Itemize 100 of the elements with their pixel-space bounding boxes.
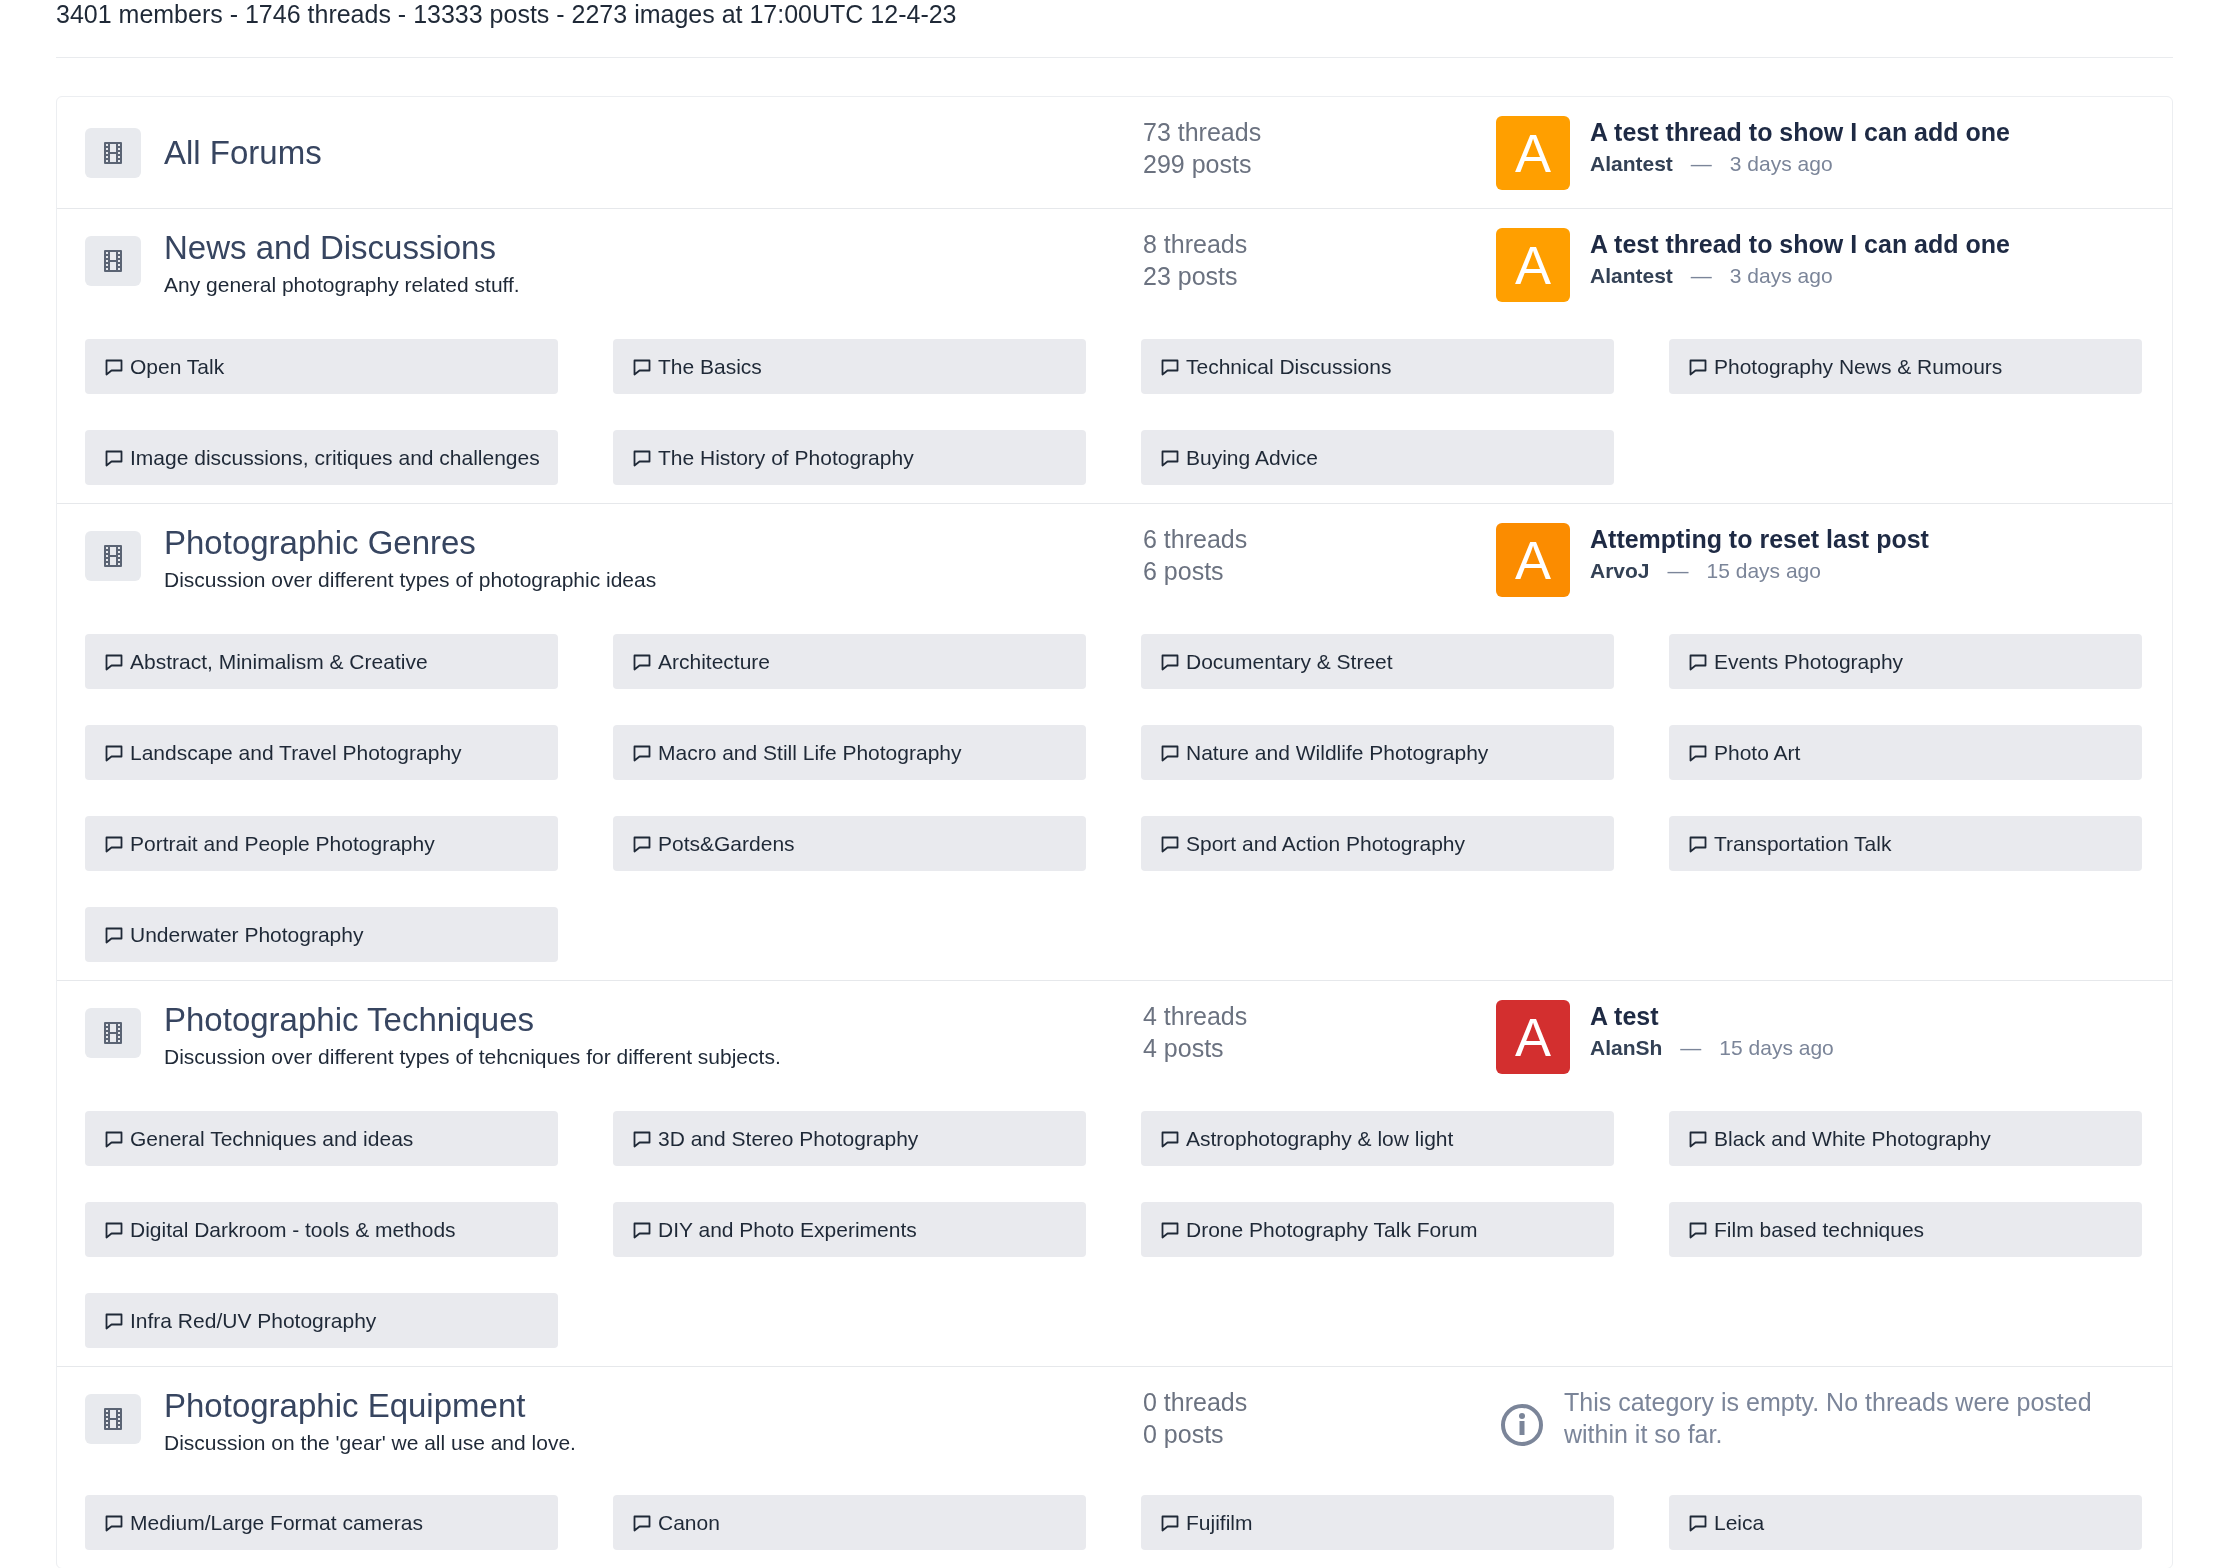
subforum-link[interactable]: Astrophotography & low light [1141, 1111, 1614, 1166]
subforum-link[interactable]: Buying Advice [1141, 430, 1614, 485]
speech-bubble-icon [105, 448, 123, 467]
speech-bubble-icon [1161, 1513, 1179, 1532]
last-post-title[interactable]: Attempting to reset last post [1590, 523, 1929, 555]
thread-count: 73 threads [1143, 117, 1262, 148]
subforum-link[interactable]: General Techniques and ideas [85, 1111, 558, 1166]
subforum-link[interactable]: Underwater Photography [85, 907, 558, 962]
speech-bubble-icon [633, 357, 651, 376]
avatar: A [1496, 1000, 1570, 1074]
subforum-link[interactable]: Macro and Still Life Photography [613, 725, 1086, 780]
speech-bubble-icon [1161, 834, 1179, 853]
category-title[interactable]: Photographic Equipment [164, 1386, 576, 1426]
subforum-link[interactable]: Photography News & Rumours [1669, 339, 2142, 394]
empty-category-message: This category is empty. No threads were posted within it so far. [1564, 1387, 2093, 1450]
thread-count: 4 threads [1143, 1001, 1248, 1032]
speech-bubble-icon [105, 1513, 123, 1532]
post-count: 23 posts [1143, 261, 1238, 292]
subforum-link[interactable]: Medium/Large Format cameras [85, 1495, 558, 1550]
film-icon [85, 128, 141, 178]
speech-bubble-icon [1689, 1220, 1707, 1239]
film-icon [85, 1394, 141, 1444]
subforum-link[interactable]: Nature and Wildlife Photography [1141, 725, 1614, 780]
subforum-link[interactable]: Events Photography [1669, 634, 2142, 689]
speech-bubble-icon [1689, 834, 1707, 853]
film-icon [85, 1008, 141, 1058]
info-icon [1500, 1403, 1544, 1447]
speech-bubble-icon [1161, 652, 1179, 671]
author-name: ArvoJ [1590, 558, 1650, 584]
speech-bubble-icon [633, 1220, 651, 1239]
separator-dash: — [1690, 263, 1712, 289]
speech-bubble-icon [1161, 357, 1179, 376]
subforum-link[interactable]: Image discussions, critiques and challenges [85, 430, 558, 485]
category-description: Any general photography related stuff. [164, 272, 520, 298]
speech-bubble-icon [1689, 1129, 1707, 1148]
speech-bubble-icon [1161, 1129, 1179, 1148]
subforum-link[interactable]: Portrait and People Photography [85, 816, 558, 871]
category-description: Discussion over different types of photographic ideas [164, 567, 657, 593]
film-icon [85, 531, 141, 581]
speech-bubble-icon [105, 357, 123, 376]
speech-bubble-icon [633, 652, 651, 671]
category-title[interactable]: Photographic Techniques [164, 1000, 781, 1040]
subforum-link[interactable]: Canon [613, 1495, 1086, 1550]
subforum-link[interactable]: Film based techniques [1669, 1202, 2142, 1257]
author-name: AlanSh [1590, 1035, 1663, 1061]
speech-bubble-icon [105, 743, 123, 762]
subforum-link[interactable]: Abstract, Minimalism & Creative [85, 634, 558, 689]
subforum-link[interactable]: Open Talk [85, 339, 558, 394]
subforum-link[interactable]: Documentary & Street [1141, 634, 1614, 689]
post-count: 4 posts [1143, 1033, 1224, 1064]
speech-bubble-icon [633, 1513, 651, 1532]
speech-bubble-icon [633, 448, 651, 467]
speech-bubble-icon [105, 1220, 123, 1239]
separator-dash: — [1690, 151, 1712, 177]
speech-bubble-icon [1689, 1513, 1707, 1532]
speech-bubble-icon [1689, 652, 1707, 671]
post-count: 0 posts [1143, 1419, 1224, 1450]
post-count: 6 posts [1143, 556, 1224, 587]
subforum-link[interactable]: Black and White Photography [1669, 1111, 2142, 1166]
avatar: A [1496, 523, 1570, 597]
subforum-link[interactable]: Digital Darkroom - tools & methods [85, 1202, 558, 1257]
category-title[interactable]: News and Discussions [164, 228, 520, 268]
speech-bubble-icon [633, 743, 651, 762]
avatar: A [1496, 228, 1570, 302]
subforum-link[interactable]: Infra Red/UV Photography [85, 1293, 558, 1348]
post-count: 299 posts [1143, 149, 1252, 180]
speech-bubble-icon [1689, 743, 1707, 762]
thread-count: 8 threads [1143, 229, 1248, 260]
speech-bubble-icon [105, 834, 123, 853]
speech-bubble-icon [1161, 743, 1179, 762]
subforum-link[interactable]: Photo Art [1669, 725, 2142, 780]
separator-dash: — [1680, 1035, 1702, 1061]
speech-bubble-icon [633, 834, 651, 853]
speech-bubble-icon [105, 652, 123, 671]
subforum-link[interactable]: 3D and Stereo Photography [613, 1111, 1086, 1166]
last-post-title[interactable]: A test [1590, 1000, 1659, 1032]
post-time: 3 days ago [1729, 151, 1833, 177]
forum-statistics: 3401 members - 1746 threads - 13333 posts - 2273 images at 17:00UTC 12-4-23 [56, 0, 958, 28]
subforum-link[interactable]: Fujifilm [1141, 1495, 1614, 1550]
subforum-link[interactable]: Technical Discussions [1141, 339, 1614, 394]
subforum-link[interactable]: Drone Photography Talk Forum [1141, 1202, 1614, 1257]
subforum-link[interactable]: Leica [1669, 1495, 2142, 1550]
category-description: Discussion over different types of tehcniques for different subjects. [164, 1044, 781, 1070]
subforum-link[interactable]: Architecture [613, 634, 1086, 689]
thread-count: 0 threads [1143, 1387, 1248, 1418]
avatar: A [1496, 116, 1570, 190]
subforum-link[interactable]: Landscape and Travel Photography [85, 725, 558, 780]
category-title[interactable]: All Forums [164, 116, 322, 190]
last-post-title[interactable]: A test thread to show I can add one [1590, 228, 2010, 260]
separator-dash: — [1667, 558, 1689, 584]
subforum-link[interactable]: Sport and Action Photography [1141, 816, 1614, 871]
speech-bubble-icon [105, 1129, 123, 1148]
subforum-link[interactable]: Transportation Talk [1669, 816, 2142, 871]
subforum-link[interactable]: DIY and Photo Experiments [613, 1202, 1086, 1257]
subforum-link[interactable]: The Basics [613, 339, 1086, 394]
subforum-link[interactable]: The History of Photography [613, 430, 1086, 485]
category-title[interactable]: Photographic Genres [164, 523, 657, 563]
last-post-title[interactable]: A test thread to show I can add one [1590, 116, 2010, 148]
thread-count: 6 threads [1143, 524, 1248, 555]
subforum-link[interactable]: Pots&Gardens [613, 816, 1086, 871]
